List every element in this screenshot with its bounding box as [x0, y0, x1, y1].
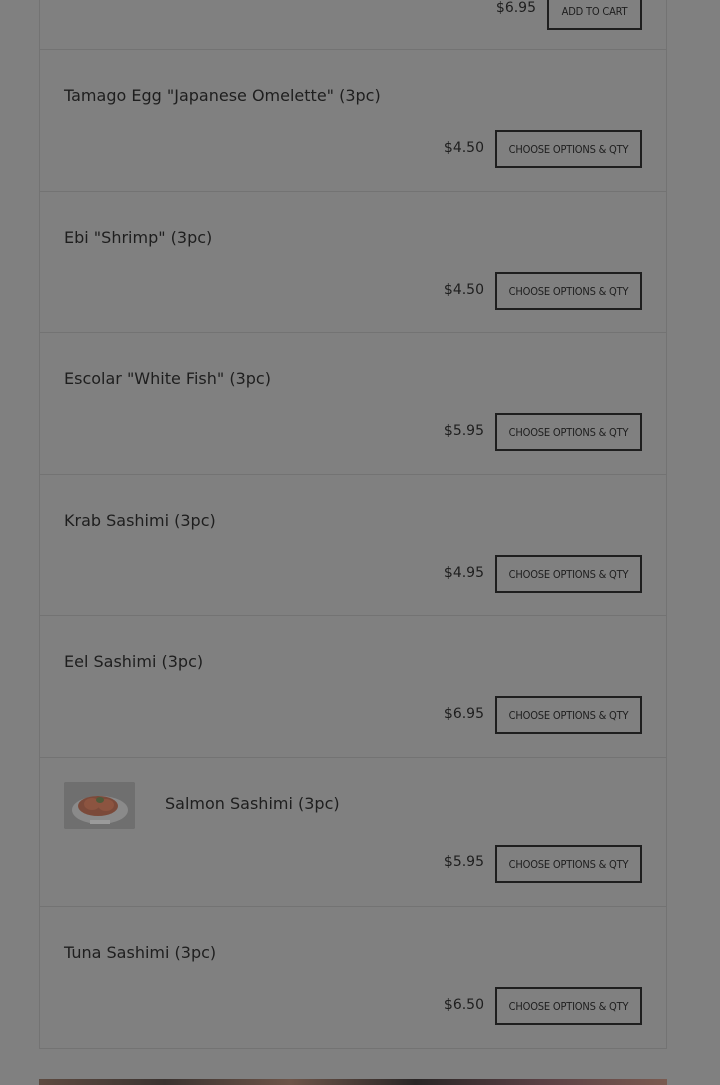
choose-options-button[interactable]: CHOOSE OPTIONS & QTY	[495, 987, 642, 1025]
item-price: $6.50	[443, 997, 484, 1013]
choose-options-button[interactable]: CHOOSE OPTIONS & QTY	[495, 130, 642, 168]
menu-item: Tuna Sashimi (3pc) $6.50 CHOOSE OPTIONS …	[39, 907, 667, 1049]
item-name[interactable]: Escolar "White Fish" (3pc)	[64, 369, 271, 388]
choose-options-button[interactable]: CHOOSE OPTIONS & QTY	[495, 413, 642, 451]
menu-item: Escolar "White Fish" (3pc) $5.95 CHOOSE …	[39, 333, 667, 475]
menu-item-list: $6.95 ADD TO CART Tamago Egg "Japanese O…	[39, 0, 667, 1049]
item-price: $6.95	[495, 0, 536, 16]
item-name[interactable]: Tamago Egg "Japanese Omelette" (3pc)	[64, 86, 381, 105]
item-price: $5.95	[443, 423, 484, 439]
add-to-cart-button[interactable]: ADD TO CART	[547, 0, 642, 30]
menu-item: Salmon Sashimi (3pc) $5.95 CHOOSE OPTION…	[39, 758, 667, 907]
menu-item: Tamago Egg "Japanese Omelette" (3pc) $4.…	[39, 50, 667, 192]
menu-item: Krab Sashimi (3pc) $4.95 CHOOSE OPTIONS …	[39, 475, 667, 616]
menu-item: Ebi "Shrimp" (3pc) $4.50 CHOOSE OPTIONS …	[39, 192, 667, 333]
bottom-banner-image	[39, 1079, 667, 1085]
item-name[interactable]: Eel Sashimi (3pc)	[64, 652, 203, 671]
salmon-sashimi-image	[64, 782, 135, 829]
item-name[interactable]: Ebi "Shrimp" (3pc)	[64, 228, 212, 247]
choose-options-button[interactable]: CHOOSE OPTIONS & QTY	[495, 272, 642, 310]
item-price: $4.95	[443, 565, 484, 581]
menu-item: $6.95 ADD TO CART	[39, 0, 667, 50]
item-price: $4.50	[443, 282, 484, 298]
item-name[interactable]: Krab Sashimi (3pc)	[64, 511, 216, 530]
menu-item: Eel Sashimi (3pc) $6.95 CHOOSE OPTIONS &…	[39, 616, 667, 758]
item-name[interactable]: Salmon Sashimi (3pc)	[165, 794, 340, 813]
choose-options-button[interactable]: CHOOSE OPTIONS & QTY	[495, 696, 642, 734]
item-price: $5.95	[443, 854, 484, 870]
item-price: $6.95	[443, 706, 484, 722]
choose-options-button[interactable]: CHOOSE OPTIONS & QTY	[495, 555, 642, 593]
salmon-sashimi-thumbnail[interactable]	[64, 782, 135, 829]
item-price: $4.50	[443, 140, 484, 156]
choose-options-button[interactable]: CHOOSE OPTIONS & QTY	[495, 845, 642, 883]
item-name[interactable]: Tuna Sashimi (3pc)	[64, 943, 216, 962]
